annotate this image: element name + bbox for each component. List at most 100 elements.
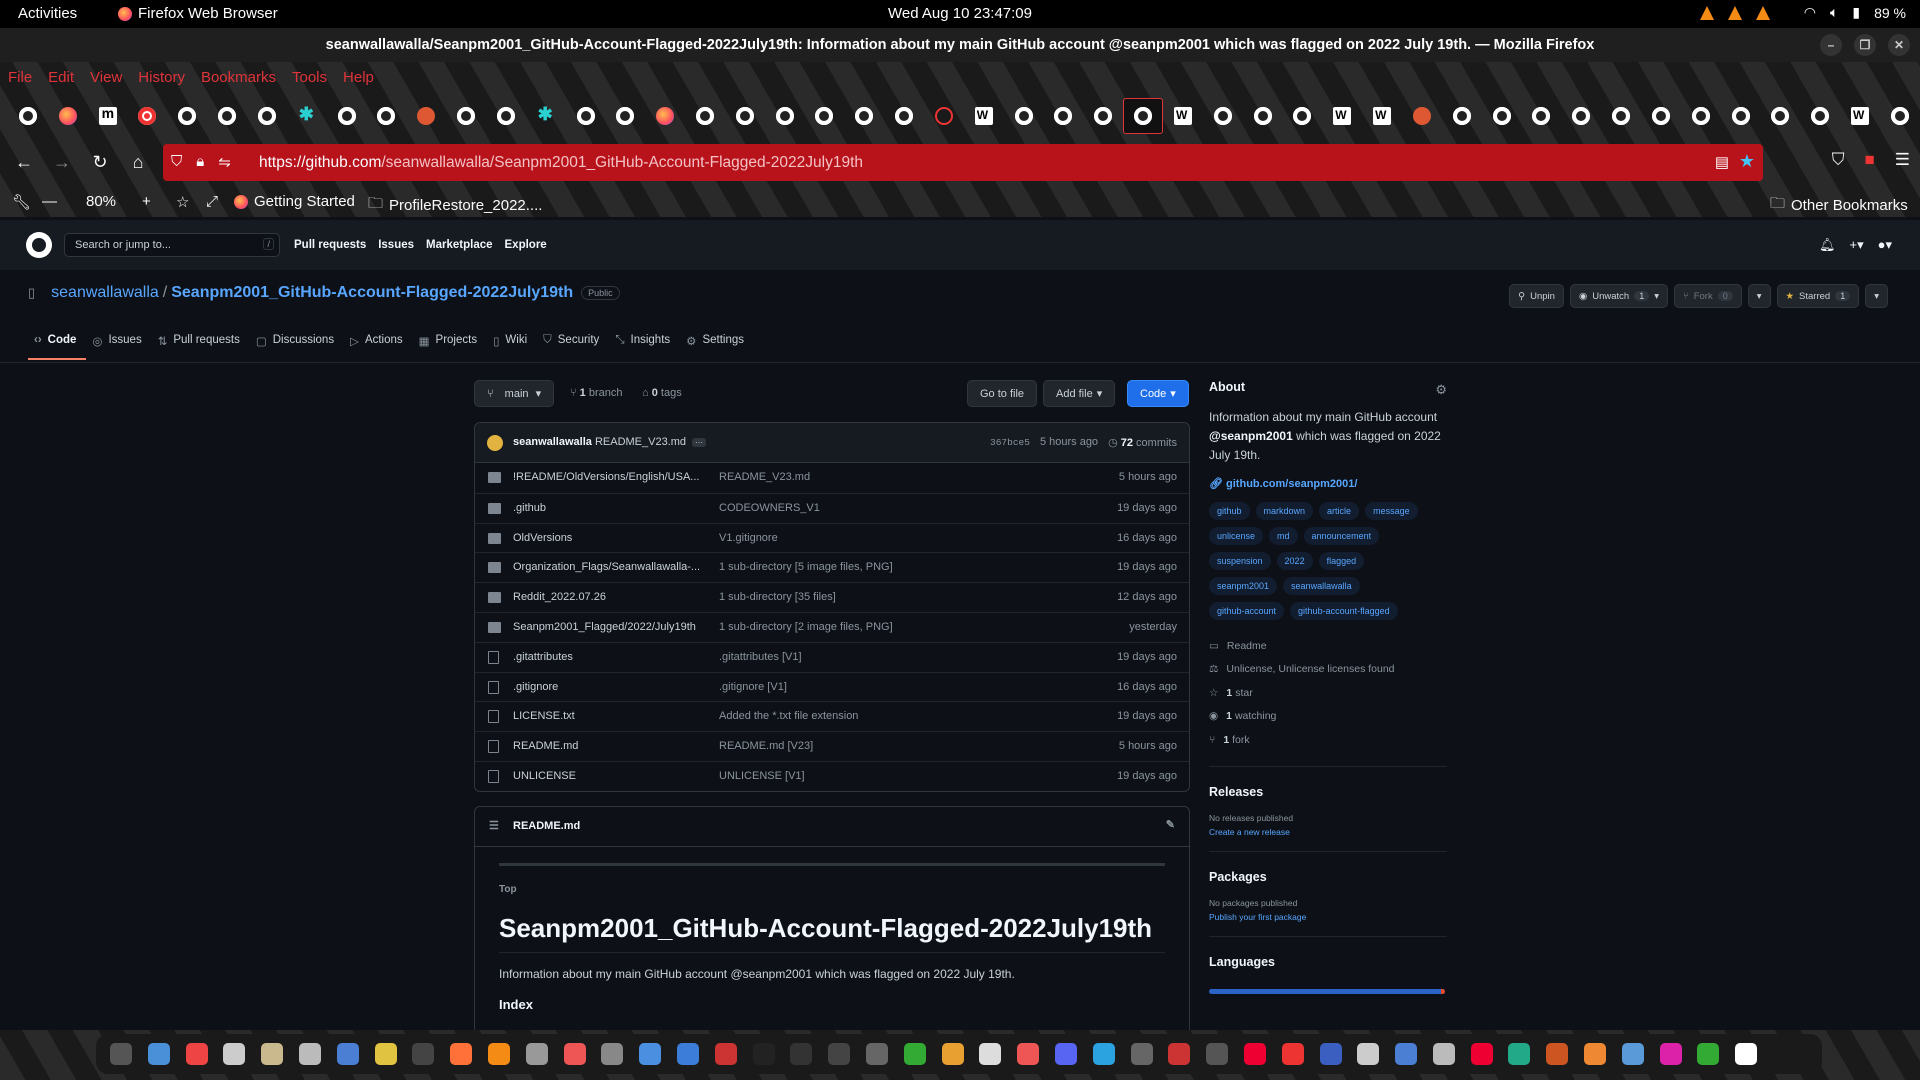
dock-app-icon[interactable] [336, 1043, 359, 1065]
dock-app-icon[interactable] [487, 1043, 510, 1065]
commit-message-link[interactable]: UNLICENSE [V1] [719, 770, 805, 782]
commit-message-link[interactable]: CODEOWNERS_V1 [719, 502, 820, 514]
browser-tab[interactable] [1641, 98, 1681, 134]
dock-app-icon[interactable] [1470, 1043, 1493, 1065]
topic-tag[interactable]: announcement [1303, 527, 1380, 545]
browser-tab[interactable] [247, 98, 287, 134]
tab-discussions[interactable]: ▢ Discussions [250, 330, 344, 360]
commit-message-link[interactable]: V1.gitignore [719, 532, 778, 544]
dock-app-icon[interactable] [147, 1043, 170, 1065]
browser-tab[interactable] [446, 98, 486, 134]
menu-file[interactable]: File [8, 69, 32, 86]
header-link-issues[interactable]: Issues [378, 239, 414, 251]
dock-app-icon[interactable] [1546, 1043, 1569, 1065]
lock-icon[interactable]: 🔒︎ [196, 153, 204, 171]
tab-projects[interactable]: ▦ Projects [413, 330, 487, 360]
fullscreen-icon[interactable]: ⤢ [206, 193, 218, 210]
browser-tab[interactable] [884, 98, 924, 134]
dock-app-icon[interactable] [1092, 1043, 1115, 1065]
dock-app-icon[interactable] [1735, 1043, 1758, 1065]
reload-icon[interactable]: ↻ [84, 146, 116, 178]
dock-app-icon[interactable] [374, 1043, 397, 1065]
browser-tab[interactable] [1163, 98, 1203, 134]
shield-icon[interactable]: ⛉ [171, 153, 182, 171]
reader-view-icon[interactable]: ▤ [1715, 153, 1729, 171]
starred-button[interactable]: ★ Starred 1 [1776, 284, 1860, 308]
browser-tab[interactable] [287, 98, 327, 134]
expand-commit-button[interactable]: ··· [692, 437, 707, 447]
dock-app-icon[interactable] [1319, 1043, 1342, 1065]
dock-app-icon[interactable] [752, 1043, 775, 1065]
commit-message-link[interactable]: README.md [V23] [719, 740, 813, 752]
browser-tab[interactable] [1880, 98, 1920, 134]
dock-app-icon[interactable] [1281, 1043, 1304, 1065]
tab-security[interactable]: ⛉ Security [537, 330, 609, 360]
dock-app-icon[interactable] [1206, 1043, 1229, 1065]
menu-view[interactable]: View [90, 69, 122, 86]
go-to-file-button[interactable]: Go to file [967, 380, 1038, 407]
vlc-icon[interactable] [1699, 5, 1714, 20]
browser-tab[interactable] [1322, 98, 1362, 134]
topic-tag[interactable]: github-account-flagged [1290, 602, 1398, 620]
topic-tag[interactable]: seanpm2001 [1209, 577, 1278, 595]
dock-app-icon[interactable] [1659, 1043, 1682, 1065]
unpin-button[interactable]: ⚲ Unpin [1509, 284, 1564, 308]
tab-insights[interactable]: ⤡ Insights [609, 330, 680, 360]
file-name-link[interactable]: README.md [513, 740, 713, 752]
browser-tab[interactable] [1283, 98, 1323, 134]
menu-tools[interactable]: Tools [292, 69, 327, 86]
maximize-icon[interactable]: ❐ [1854, 34, 1876, 56]
dock-app-icon[interactable] [223, 1043, 246, 1065]
dock-app-icon[interactable] [1168, 1043, 1191, 1065]
commit-message[interactable]: README_V23.md [595, 436, 686, 448]
browser-tab[interactable] [1004, 98, 1044, 134]
file-name-link[interactable]: Reddit_2022.07.26 [513, 591, 713, 603]
add-file-button[interactable]: Add file ▾ [1043, 380, 1116, 407]
tags-link[interactable]: ⌂ 0 tags [642, 387, 682, 399]
dock-app-icon[interactable] [1432, 1043, 1455, 1065]
readme-link[interactable]: ▭ Readme [1209, 634, 1447, 658]
unwatch-button[interactable]: ◉ Unwatch 1 ▾ [1569, 284, 1669, 308]
topic-tag[interactable]: unlicense [1209, 527, 1264, 545]
search-input[interactable]: Search or jump to... / [64, 233, 280, 257]
bell-icon[interactable]: 🔔︎ [1819, 237, 1836, 253]
dock-app-icon[interactable] [412, 1043, 435, 1065]
list-icon[interactable]: ☰ [489, 819, 499, 832]
browser-tab[interactable] [1123, 98, 1164, 134]
homepage-link[interactable]: 🔗︎ github.com/seanpm2001/ [1209, 477, 1447, 490]
topic-tag[interactable]: suspension [1209, 552, 1271, 570]
browser-tab[interactable] [1243, 98, 1283, 134]
language-bar[interactable] [1209, 988, 1445, 994]
dock-app-icon[interactable] [563, 1043, 586, 1065]
browser-tab[interactable] [167, 98, 207, 134]
browser-tab[interactable] [127, 98, 167, 134]
tab-wiki[interactable]: ▯ Wiki [487, 330, 537, 360]
create-release-link[interactable]: Create a new release [1209, 827, 1447, 837]
topic-tag[interactable]: 2022 [1276, 552, 1313, 570]
browser-tab[interactable] [366, 98, 406, 134]
dock-app-icon[interactable] [1395, 1043, 1418, 1065]
commits-link[interactable]: ◷ 72 commits [1108, 436, 1177, 449]
menu-help[interactable]: Help [343, 69, 374, 86]
browser-tab[interactable] [1442, 98, 1482, 134]
menu-history[interactable]: History [138, 69, 185, 86]
commit-message-link[interactable]: 1 sub-directory [5 image files, PNG] [719, 561, 893, 573]
dock-app-icon[interactable] [1584, 1043, 1607, 1065]
dock-app-icon[interactable] [1130, 1043, 1153, 1065]
topic-tag[interactable]: article [1319, 502, 1360, 520]
zoom-level[interactable]: 80% [86, 193, 116, 210]
browser-tab[interactable] [1800, 98, 1840, 134]
browser-tab[interactable] [725, 98, 765, 134]
branches-link[interactable]: ⑂ 1 branch [570, 387, 622, 399]
topic-tag[interactable]: markdown [1255, 502, 1314, 520]
browser-tab[interactable] [48, 98, 88, 134]
stars-link[interactable]: ☆ 1 star [1209, 681, 1447, 705]
dock-app-icon[interactable] [714, 1043, 737, 1065]
fork-button[interactable]: ⑂ Fork 0 [1674, 284, 1742, 308]
dock-app-icon[interactable] [903, 1043, 926, 1065]
browser-tab[interactable] [486, 98, 526, 134]
star-dropdown[interactable]: ▾ [1865, 284, 1888, 308]
dock-app-icon[interactable] [828, 1043, 851, 1065]
dock-app-icon[interactable] [941, 1043, 964, 1065]
browser-tab[interactable] [1083, 98, 1123, 134]
